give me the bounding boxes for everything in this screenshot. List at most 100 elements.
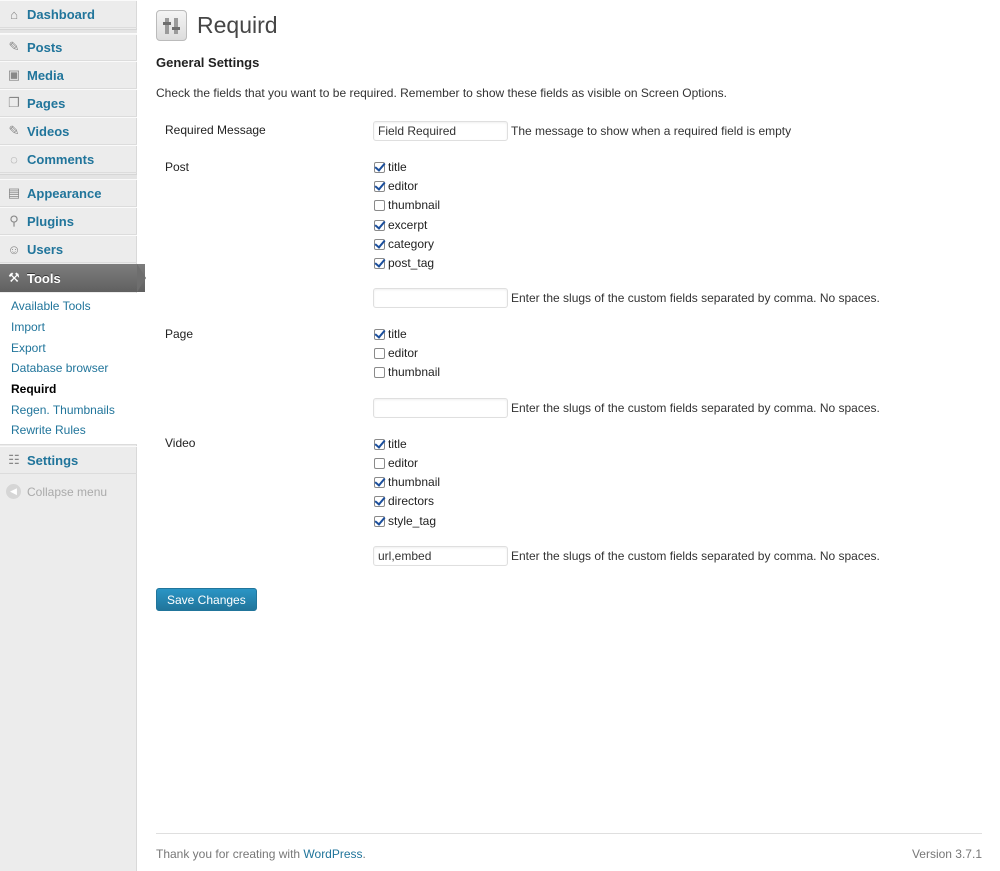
menu-item-label: Dashboard xyxy=(27,6,95,22)
page-field-title[interactable]: title xyxy=(374,327,407,341)
menu-item-plugins[interactable]: ⚲ Plugins xyxy=(0,207,137,235)
video-editor-checkbox[interactable] xyxy=(374,457,385,469)
video-custom-fields-description: Enter the slugs of the custom fields sep… xyxy=(511,549,880,563)
menu-item-label: Settings xyxy=(27,452,79,468)
post-title-checkbox[interactable] xyxy=(374,161,385,173)
pin-icon: ✎ xyxy=(8,39,20,54)
video-title-checkbox[interactable] xyxy=(374,438,385,450)
tools-icon: ⚒ xyxy=(8,270,20,285)
collapse-menu[interactable]: ◀ Collapse menu xyxy=(6,484,107,499)
checkbox-label: thumbnail xyxy=(388,475,441,489)
post-excerpt-checkbox[interactable] xyxy=(374,219,385,231)
menu-item-label: Appearance xyxy=(27,185,102,201)
main-content: Requird General Settings Check the field… xyxy=(138,0,1000,871)
menu-item-tools[interactable]: ⚒ Tools xyxy=(0,264,146,292)
menu-item-label: Comments xyxy=(27,151,95,167)
post-field-title[interactable]: title xyxy=(374,160,407,174)
submenu-item-requird[interactable]: Requird xyxy=(11,382,56,396)
page-title-checkbox[interactable] xyxy=(374,328,385,340)
version-text: Version 3.7.1 xyxy=(911,847,982,861)
video-custom-fields-input[interactable] xyxy=(373,546,508,566)
page-thumbnail-checkbox[interactable] xyxy=(374,366,385,378)
pin-icon: ✎ xyxy=(8,123,20,138)
checkbox-label: title xyxy=(388,437,407,451)
submenu-item-import[interactable]: Import xyxy=(11,320,45,334)
post-category-checkbox[interactable] xyxy=(374,238,385,250)
post-field-excerpt[interactable]: excerpt xyxy=(374,218,427,232)
comment-icon: ◌ xyxy=(10,151,18,167)
tools-submenu: Available Tools Import Export Database b… xyxy=(0,293,137,445)
admin-sidebar: ⌂ Dashboard ✎ Posts ▣ Media ❐ Pages ✎ Vi… xyxy=(0,0,146,871)
post-thumbnail-checkbox[interactable] xyxy=(374,199,385,211)
menu-item-appearance[interactable]: ▤ Appearance xyxy=(0,179,137,207)
menu-item-posts[interactable]: ✎ Posts xyxy=(0,33,137,61)
page-custom-fields-input[interactable] xyxy=(373,398,508,418)
video-field-directors[interactable]: directors xyxy=(374,494,434,508)
footer: Thank you for creating with WordPress. V… xyxy=(156,833,982,861)
post-field-category[interactable]: category xyxy=(374,237,434,251)
intro-text: Check the fields that you want to be req… xyxy=(156,86,727,100)
section-title: General Settings xyxy=(156,55,260,70)
menu-item-pages[interactable]: ❐ Pages xyxy=(0,89,137,117)
page-title: Requird xyxy=(197,12,278,38)
pages-icon: ❐ xyxy=(8,95,20,110)
video-field-style-tag[interactable]: style_tag xyxy=(374,514,436,528)
post-custom-fields-input[interactable] xyxy=(373,288,508,308)
appearance-icon: ▤ xyxy=(7,185,21,200)
checkbox-label: title xyxy=(388,160,407,174)
menu-item-comments[interactable]: ◌ Comments xyxy=(0,145,137,173)
checkbox-label: thumbnail xyxy=(388,365,441,379)
save-changes-button[interactable]: Save Changes xyxy=(156,588,257,611)
menu-item-settings[interactable]: ☷ Settings xyxy=(0,446,137,474)
page-header: Requird xyxy=(156,10,278,41)
menu-item-dashboard[interactable]: ⌂ Dashboard xyxy=(0,0,137,28)
page-editor-checkbox[interactable] xyxy=(374,347,385,359)
post-tag-checkbox[interactable] xyxy=(374,257,385,269)
page-field-thumbnail[interactable]: thumbnail xyxy=(374,365,440,379)
submenu-item-rewrite-rules[interactable]: Rewrite Rules xyxy=(11,423,86,437)
video-field-title[interactable]: title xyxy=(374,437,407,451)
video-style-tag-checkbox[interactable] xyxy=(374,515,385,527)
menu-item-label: Pages xyxy=(27,95,66,111)
video-field-thumbnail[interactable]: thumbnail xyxy=(374,475,440,489)
menu-item-label: Users xyxy=(27,241,64,257)
required-message-label: Required Message xyxy=(165,123,266,137)
video-directors-checkbox[interactable] xyxy=(374,495,385,507)
footer-thanks-suffix: . xyxy=(362,847,366,861)
wordpress-link[interactable]: WordPress xyxy=(303,847,362,861)
video-field-editor[interactable]: editor xyxy=(374,456,418,470)
checkbox-label: editor xyxy=(388,456,419,470)
post-custom-fields-description: Enter the slugs of the custom fields sep… xyxy=(511,291,880,305)
menu-item-label: Plugins xyxy=(27,213,74,229)
users-icon: ☺ xyxy=(7,241,21,257)
post-field-editor[interactable]: editor xyxy=(374,179,418,193)
checkbox-label: category xyxy=(388,237,435,251)
required-message-description: The message to show when a required fiel… xyxy=(511,124,792,138)
checkbox-label: title xyxy=(388,327,407,341)
checkbox-label: editor xyxy=(388,179,419,193)
post-editor-checkbox[interactable] xyxy=(374,180,385,192)
menu-item-users[interactable]: ☺ Users xyxy=(0,235,137,263)
video-label: Video xyxy=(165,436,196,450)
submenu-item-database-browser[interactable]: Database browser xyxy=(11,361,108,375)
submenu-item-export[interactable]: Export xyxy=(11,341,46,355)
menu-item-label: Videos xyxy=(27,123,70,139)
required-message-input[interactable] xyxy=(373,121,508,141)
checkbox-label: editor xyxy=(388,346,419,360)
submenu-item-available-tools[interactable]: Available Tools xyxy=(11,299,91,313)
video-thumbnail-checkbox[interactable] xyxy=(374,476,385,488)
menu-item-label: Tools xyxy=(27,270,61,286)
collapse-menu-label: Collapse menu xyxy=(27,484,108,499)
page-custom-fields-description: Enter the slugs of the custom fields sep… xyxy=(511,401,880,415)
plugin-icon: ⚲ xyxy=(9,213,19,228)
submenu-item-regen-thumbnails[interactable]: Regen. Thumbnails xyxy=(11,403,115,417)
menu-item-media[interactable]: ▣ Media xyxy=(0,61,137,89)
menu-item-videos[interactable]: ✎ Videos xyxy=(0,117,137,145)
page-field-editor[interactable]: editor xyxy=(374,346,418,360)
page-label: Page xyxy=(165,327,194,341)
checkbox-label: directors xyxy=(388,494,435,508)
post-field-thumbnail[interactable]: thumbnail xyxy=(374,198,440,212)
collapse-arrow-icon: ◀ xyxy=(6,484,21,499)
footer-thanks: Thank you for creating with WordPress. xyxy=(156,847,366,861)
post-field-post-tag[interactable]: post_tag xyxy=(374,256,434,270)
